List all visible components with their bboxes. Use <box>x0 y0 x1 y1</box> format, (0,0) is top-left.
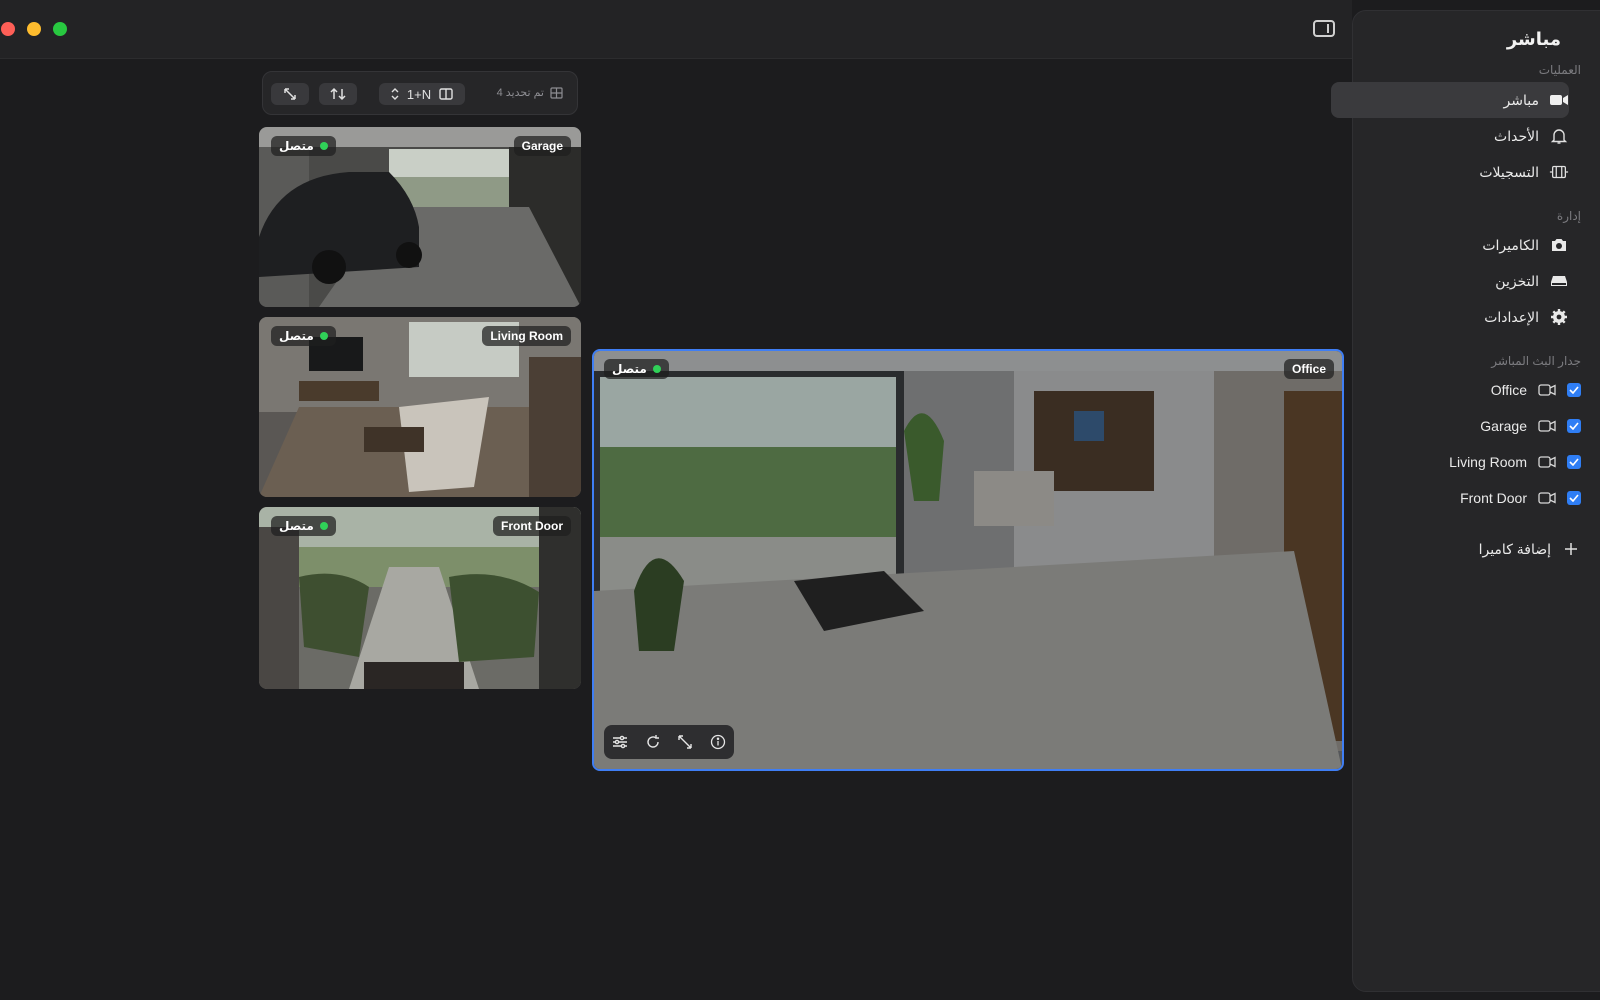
gear-icon <box>1549 307 1569 327</box>
add-camera-button[interactable]: إضافة كاميرا <box>1345 534 1581 564</box>
window-titlebar <box>0 0 1352 59</box>
status-text: متصل <box>279 519 314 533</box>
camera-name-badge: Office <box>1283 359 1334 379</box>
sidebar-item-label: مباشر <box>1503 91 1539 108</box>
sidebar-item-recordings[interactable]: التسجيلات <box>1345 154 1581 190</box>
grid-icon <box>550 86 563 99</box>
sidebar-item-label: التخزين <box>1495 272 1539 289</box>
camera-icon <box>1549 235 1569 255</box>
live-wall-camera-living-room[interactable]: Living Room <box>1345 447 1581 477</box>
camera-name: Front Door <box>501 519 563 533</box>
split-layout-icon <box>439 88 453 100</box>
live-wall-camera-office[interactable]: Office <box>1345 375 1581 405</box>
selection-status-text: تم تحديد 4 <box>496 87 544 99</box>
office-feed <box>594 351 1342 769</box>
camera-tile-garage[interactable]: متصل Garage <box>259 127 581 307</box>
section-management: إدارة <box>1556 209 1581 223</box>
sliders-icon[interactable] <box>612 735 628 749</box>
section-operations: العمليات <box>1538 63 1581 77</box>
sidebar-item-settings[interactable]: الإعدادات <box>1345 299 1581 335</box>
minimize-window-button[interactable] <box>27 22 41 36</box>
grid-toolbar: 1+N تم تحديد 4 <box>262 71 578 115</box>
selection-status: تم تحديد 4 <box>497 86 563 99</box>
sidebar-item-cameras[interactable]: الكاميرات <box>1345 227 1581 263</box>
status-badge: متصل <box>271 516 336 536</box>
video-camera-outline-icon <box>1537 452 1557 472</box>
online-dot-icon <box>319 142 328 150</box>
camera-name: Living Room <box>1449 454 1527 470</box>
swap-vertical-icon <box>330 87 346 101</box>
layout-label: 1+N <box>406 86 432 102</box>
sidebar-item-label: الإعدادات <box>1484 308 1539 325</box>
live-wall-camera-garage[interactable]: Garage <box>1345 411 1581 441</box>
film-icon <box>1549 162 1569 182</box>
camera-checkbox[interactable] <box>1567 419 1581 433</box>
fullscreen-icon[interactable] <box>677 734 693 750</box>
status-text: متصل <box>612 362 647 376</box>
expand-icon <box>284 88 296 100</box>
camera-checkbox[interactable] <box>1567 455 1581 469</box>
camera-name-badge: Living Room <box>482 326 571 346</box>
bell-icon <box>1549 126 1569 146</box>
status-badge: متصل <box>271 326 336 346</box>
zoom-window-button[interactable] <box>53 22 67 36</box>
camera-name: Living Room <box>490 329 563 343</box>
sidebar: مباشر العمليات مباشر الأحداث التسجيلات إ… <box>1331 10 1600 992</box>
video-camera-outline-icon <box>1537 488 1557 508</box>
expand-button[interactable] <box>271 83 309 105</box>
sort-button[interactable] <box>319 83 357 105</box>
sidebar-item-label: الأحداث <box>1494 127 1539 144</box>
camera-controls <box>604 725 734 759</box>
close-window-button[interactable] <box>1 22 15 36</box>
chevron-up-down-icon <box>391 88 399 100</box>
video-camera-outline-icon <box>1537 416 1557 436</box>
online-dot-icon <box>652 365 661 373</box>
sidebar-item-storage[interactable]: التخزين <box>1345 263 1581 299</box>
camera-name-badge: Front Door <box>493 516 571 536</box>
sidebar-item-live[interactable]: مباشر <box>1331 82 1569 118</box>
layout-select[interactable]: 1+N <box>379 83 465 105</box>
camera-name: Office <box>1291 362 1326 376</box>
sidebar-title: مباشر <box>1506 29 1561 49</box>
status-badge: متصل <box>271 136 336 156</box>
info-icon[interactable] <box>710 734 726 750</box>
storage-drive-icon <box>1549 271 1569 291</box>
camera-name-badge: Garage <box>513 136 571 156</box>
camera-tile-living-room[interactable]: متصل Living Room <box>259 317 581 497</box>
sidebar-item-label: التسجيلات <box>1479 163 1539 180</box>
video-camera-icon <box>1549 90 1569 110</box>
sidebar-item-label: الكاميرات <box>1482 236 1539 253</box>
camera-checkbox[interactable] <box>1567 383 1581 397</box>
sidebar-toggle-icon[interactable] <box>1313 20 1335 37</box>
sidebar-item-events[interactable]: الأحداث <box>1345 118 1581 154</box>
online-dot-icon <box>319 332 328 340</box>
camera-name: Garage <box>521 139 563 153</box>
live-wall-camera-front-door[interactable]: Front Door <box>1345 483 1581 513</box>
camera-name: Garage <box>1480 418 1527 434</box>
video-camera-outline-icon <box>1537 380 1557 400</box>
camera-name: Front Door <box>1460 490 1527 506</box>
status-text: متصل <box>279 139 314 153</box>
add-camera-label: إضافة كاميرا <box>1478 540 1551 557</box>
refresh-icon[interactable] <box>645 734 661 750</box>
camera-checkbox[interactable] <box>1567 491 1581 505</box>
status-text: متصل <box>279 329 314 343</box>
section-live-wall: جدار البث المباشر <box>1491 354 1581 368</box>
camera-tile-office[interactable]: متصل Office <box>592 349 1344 771</box>
camera-tile-front-door[interactable]: متصل Front Door <box>259 507 581 689</box>
online-dot-icon <box>319 522 328 530</box>
status-badge: متصل <box>604 359 669 379</box>
plus-icon <box>1561 539 1581 559</box>
camera-name: Office <box>1490 382 1527 398</box>
